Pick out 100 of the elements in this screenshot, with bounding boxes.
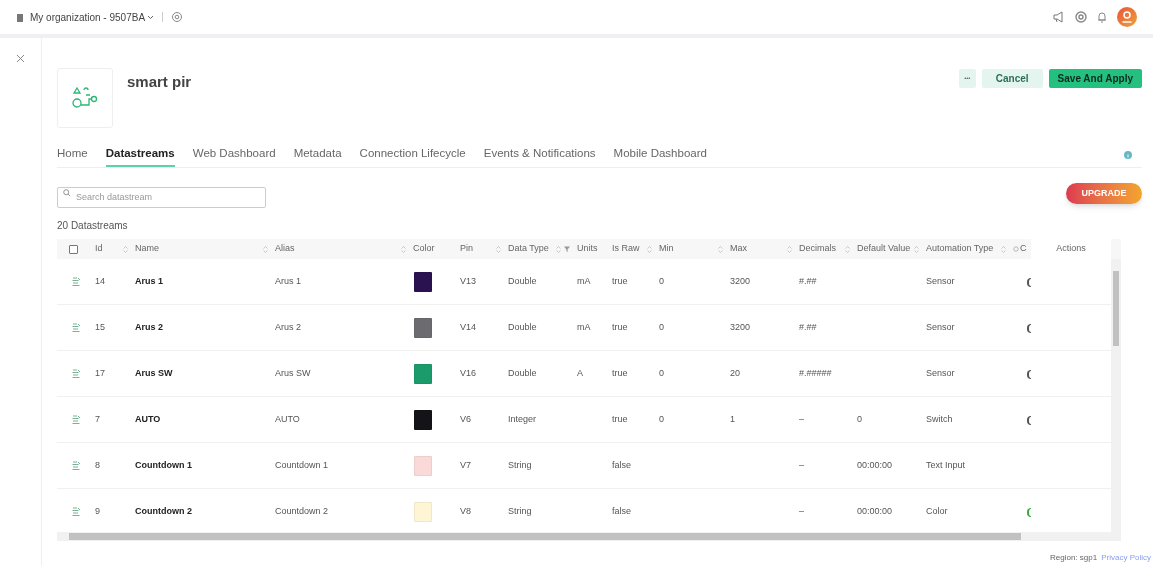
table-cell: Countdown 2 [275, 505, 329, 519]
sort-icon[interactable] [496, 245, 501, 253]
search-icon [63, 189, 71, 197]
color-swatch[interactable] [414, 272, 432, 292]
column-header: Automation Type [926, 242, 994, 256]
region-label: Region: sgp1 [1050, 552, 1098, 564]
sort-icon[interactable] [123, 245, 128, 253]
table-cell: AUTO [275, 413, 300, 427]
table-cell: – [799, 505, 804, 519]
building-icon [16, 12, 24, 22]
table-cell: true [612, 321, 628, 335]
tab[interactable]: Events & Notifications [483, 142, 596, 167]
organization-dropdown[interactable]: My organization - 9507BA [30, 9, 155, 25]
table-cell: Arus 2 [135, 321, 163, 335]
vertical-scrollbar[interactable] [1111, 259, 1121, 532]
horizontal-scrollbar[interactable] [57, 532, 1121, 541]
column-header: Units [577, 242, 598, 256]
sort-icon[interactable] [914, 245, 919, 253]
column-header: Decimals [799, 242, 836, 256]
filter-icon[interactable] [564, 246, 570, 252]
color-swatch[interactable] [414, 318, 432, 338]
table-cell: Arus SW [135, 367, 173, 381]
column-header: Default Value [857, 242, 911, 256]
color-swatch[interactable] [414, 410, 432, 430]
device-icon [57, 68, 113, 128]
table-cell: mA [577, 275, 591, 289]
table-cell: AUTO [135, 413, 161, 427]
column-header: Pin [460, 242, 473, 256]
table-cell: String [508, 459, 532, 473]
table-cell: 3200 [730, 321, 751, 335]
tab[interactable]: Home [57, 142, 88, 167]
table-cell: 0 [659, 367, 664, 381]
column-header: Name [135, 242, 159, 256]
table-cell: 0 [659, 413, 664, 427]
sort-icon[interactable] [718, 245, 723, 253]
table-cell: #.##### [799, 367, 832, 381]
table-cell: 0 [659, 321, 664, 335]
table-cell: V8 [460, 505, 471, 519]
table-cell: Sensor [926, 275, 955, 289]
table-cell: String [508, 505, 532, 519]
datastream-count: 20 Datastreams [57, 220, 129, 232]
select-all-checkbox[interactable] [69, 244, 78, 254]
table-cell: A [577, 367, 583, 381]
table-cell: false [612, 505, 631, 519]
table-cell: V6 [460, 413, 471, 427]
column-header: Is Raw [612, 242, 640, 256]
close-icon[interactable] [16, 54, 25, 63]
table-cell: Arus 2 [275, 321, 301, 335]
tab[interactable]: Metadata [293, 142, 342, 167]
table-cell: 1 [730, 413, 735, 427]
sort-icon[interactable] [1001, 245, 1006, 253]
table-cell: Sensor [926, 367, 955, 381]
table-cell: 15 [95, 321, 105, 335]
table-cell: Double [508, 367, 537, 381]
template-title: smart pir [127, 72, 192, 92]
table-cell: Text Input [926, 459, 966, 473]
sort-icon[interactable] [401, 245, 406, 253]
color-swatch[interactable] [414, 502, 432, 522]
info-icon[interactable] [1124, 151, 1132, 159]
table-cell: V13 [460, 275, 476, 289]
column-header: Min [659, 242, 674, 256]
color-swatch[interactable] [414, 364, 432, 384]
color-swatch[interactable] [414, 456, 432, 476]
table-cell: 7 [95, 413, 100, 427]
search-field[interactable]: Search datastream [57, 186, 266, 208]
tab[interactable]: Mobile Dashboard [613, 142, 707, 167]
table-cell: Arus 1 [275, 275, 301, 289]
sort-icon[interactable] [556, 245, 561, 253]
table-cell: Countdown 2 [135, 505, 192, 519]
table-cell: 0 [857, 413, 862, 427]
table-cell: 17 [95, 367, 105, 381]
bell-icon[interactable] [1097, 11, 1107, 23]
cancel-button[interactable]: Cancel [981, 69, 1043, 88]
sort-icon[interactable] [263, 245, 268, 253]
megaphone-icon[interactable] [1052, 11, 1065, 23]
datastream-icon [72, 415, 81, 425]
column-header: Alias [275, 242, 295, 256]
table-cell: V14 [460, 321, 476, 335]
datastream-icon [72, 323, 81, 333]
save-button[interactable]: Save And Apply [1048, 69, 1142, 88]
sort-icon[interactable] [647, 245, 652, 253]
table-cell: Double [508, 321, 537, 335]
tab[interactable]: Web Dashboard [192, 142, 276, 167]
table-cell: Double [508, 275, 537, 289]
datastream-icon [72, 277, 81, 287]
user-avatar[interactable] [1117, 7, 1137, 27]
column-header: Color [413, 242, 435, 256]
chevron-down-icon[interactable] [147, 14, 155, 20]
table-cell: Countdown 1 [275, 459, 329, 473]
table-cell: false [612, 459, 631, 473]
table-cell: V7 [460, 459, 471, 473]
tab[interactable]: Datastreams [105, 142, 175, 167]
sort-icon[interactable] [845, 245, 850, 253]
sort-icon[interactable] [787, 245, 792, 253]
table-cell: Color [926, 505, 948, 519]
table-cell: – [799, 459, 804, 473]
column-header: Actions [1031, 239, 1111, 259]
tab[interactable]: Connection Lifecycle [359, 142, 466, 167]
table-cell: Arus 1 [135, 275, 163, 289]
datastream-icon [72, 461, 81, 471]
